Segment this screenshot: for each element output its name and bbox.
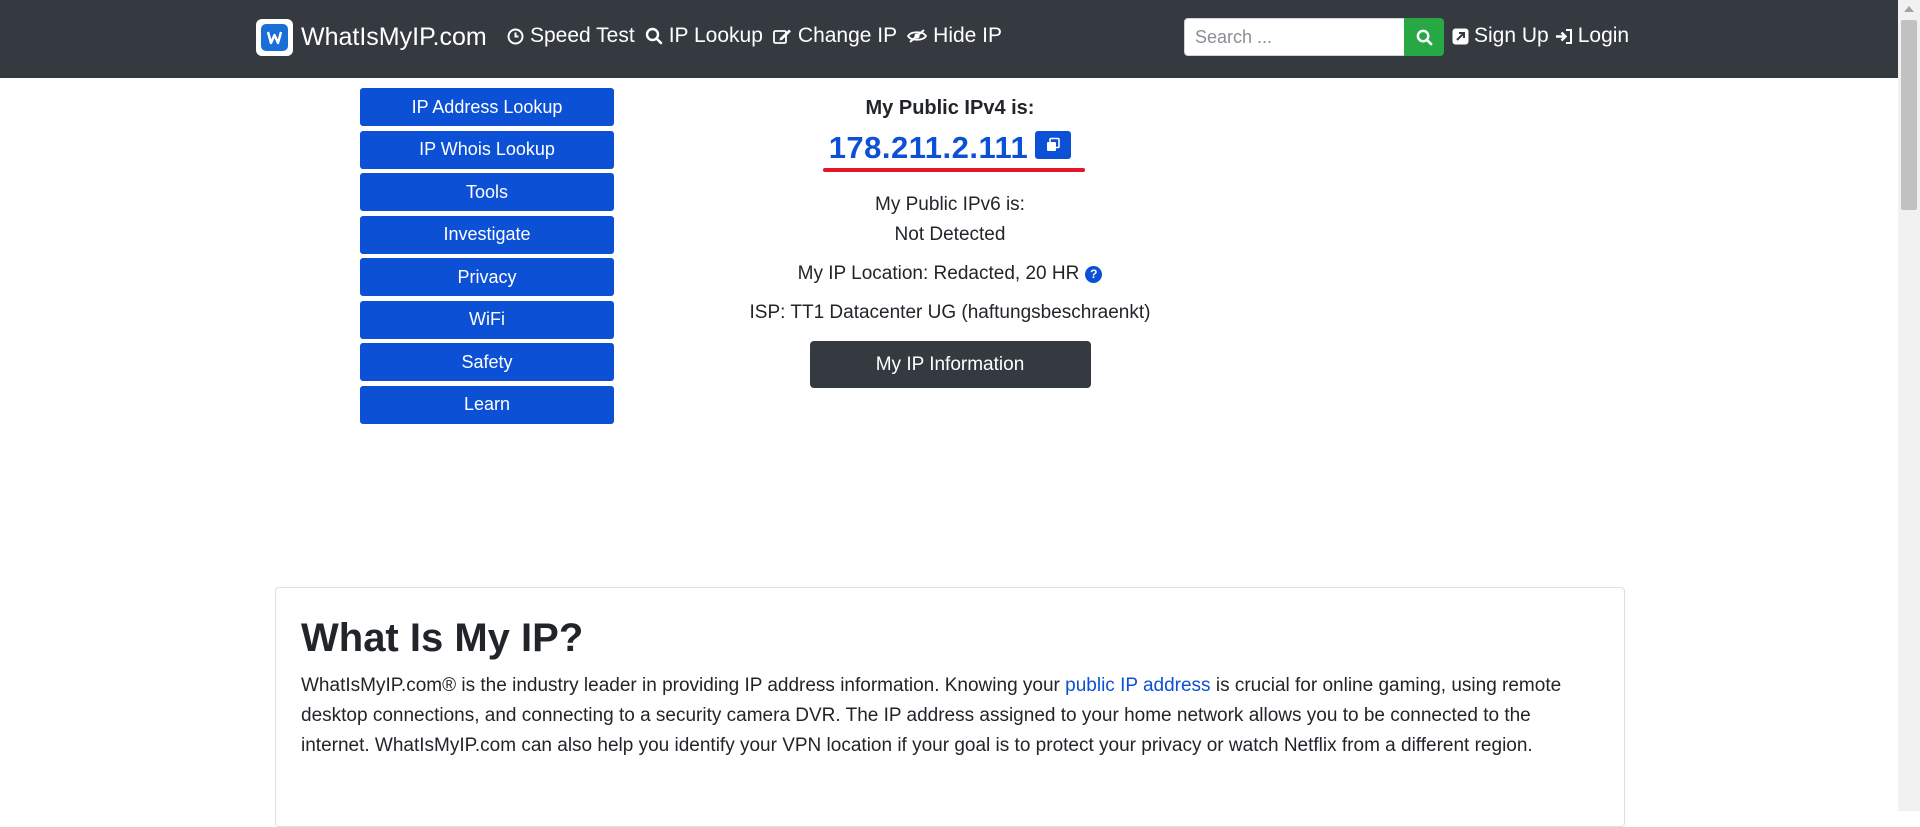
nav-ip-lookup-label: IP Lookup	[668, 24, 763, 47]
ipv4-row: 178.211.2.111	[700, 128, 1200, 172]
sidebar-item-learn[interactable]: Learn	[360, 385, 614, 424]
nav-hide-ip[interactable]: Hide IP	[907, 24, 1002, 48]
sidebar-item-ip-address-lookup[interactable]: IP Address Lookup	[360, 88, 614, 126]
ipv4-label: My Public IPv4 is:	[865, 97, 1035, 119]
isp-text: ISP: TT1 Datacenter UG (haftungsbeschrae…	[749, 302, 1151, 323]
what-is-my-ip-card: What Is My IP? WhatIsMyIP.com® is the in…	[275, 587, 1625, 827]
sign-up-label: Sign Up	[1474, 24, 1549, 47]
sidebar-item-privacy[interactable]: Privacy	[360, 258, 614, 296]
nav-speed-test[interactable]: Speed Test	[507, 24, 635, 48]
sidebar-item-wifi[interactable]: WiFi	[360, 300, 614, 339]
article-title: What Is My IP?	[301, 616, 584, 660]
my-ip-information-button[interactable]: My IP Information	[809, 341, 1091, 388]
ipv6-value: Not Detected	[894, 224, 1006, 245]
nav-hide-ip-label: Hide IP	[933, 24, 1003, 47]
external-link-icon	[1452, 28, 1469, 44]
eye-slash-icon	[907, 29, 928, 43]
scroll-thumb[interactable]	[1901, 20, 1917, 210]
clock-icon	[507, 28, 524, 44]
nav-speed-test-label: Speed Test	[530, 24, 635, 47]
sidebar-item-investigate[interactable]: Investigate	[360, 215, 614, 254]
search-icon	[1416, 29, 1432, 45]
scroll-up-arrow-icon[interactable]	[1904, 6, 1914, 12]
ipv4-address: 178.211.2.111	[828, 130, 1029, 165]
sidebar-item-tools[interactable]: Tools	[360, 173, 614, 211]
brand-name: WhatIsMyIP.com	[301, 23, 487, 51]
ip-info-panel: My Public IPv4 is: 178.211.2.111 My Publ…	[700, 96, 1200, 388]
sidebar-item-ip-whois-lookup[interactable]: IP Whois Lookup	[360, 130, 614, 169]
page-scrollbar[interactable]	[1898, 0, 1920, 811]
main-nav: Speed Test IP Lookup Change IP Hide IP	[507, 24, 1002, 48]
sidebar-item-safety[interactable]: Safety	[360, 343, 614, 381]
search-icon	[645, 27, 663, 45]
search-button[interactable]	[1404, 18, 1444, 56]
article-paragraph: WhatIsMyIP.com® is the industry leader i…	[301, 671, 1599, 761]
sign-in-icon	[1555, 28, 1572, 44]
nav-change-ip[interactable]: Change IP	[773, 24, 897, 48]
logo-icon	[256, 19, 293, 56]
public-ip-address-link[interactable]: public IP address	[1065, 675, 1210, 696]
sidebar-menu: IP Address Lookup IP Whois Lookup Tools …	[360, 88, 614, 428]
nav-change-ip-label: Change IP	[797, 24, 898, 47]
ip-location-row: My IP Location: Redacted, 20 HR ?	[700, 259, 1200, 289]
top-navbar: WhatIsMyIP.com Speed Test IP Lookup Chan…	[0, 0, 1898, 78]
copy-ip-button[interactable]	[1035, 131, 1072, 159]
article-text-start: WhatIsMyIP.com® is the industry leader i…	[301, 675, 1066, 696]
sign-up-link[interactable]: Sign Up	[1452, 24, 1549, 48]
search-input[interactable]	[1184, 18, 1404, 56]
auth-links: Sign Up Login	[1452, 24, 1629, 48]
ip-location: My IP Location: Redacted, 20 HR	[797, 263, 1080, 284]
edit-icon	[773, 29, 791, 44]
ip-highlight-underline	[823, 168, 1085, 172]
ipv6-label: My Public IPv6 is:	[875, 194, 1025, 215]
login-label: Login	[1577, 24, 1630, 47]
copy-icon	[1047, 137, 1061, 151]
brand-logo-link[interactable]: WhatIsMyIP.com	[256, 19, 487, 56]
login-link[interactable]: Login	[1555, 24, 1629, 48]
question-circle-icon[interactable]: ?	[1085, 265, 1103, 283]
nav-ip-lookup[interactable]: IP Lookup	[645, 24, 763, 48]
